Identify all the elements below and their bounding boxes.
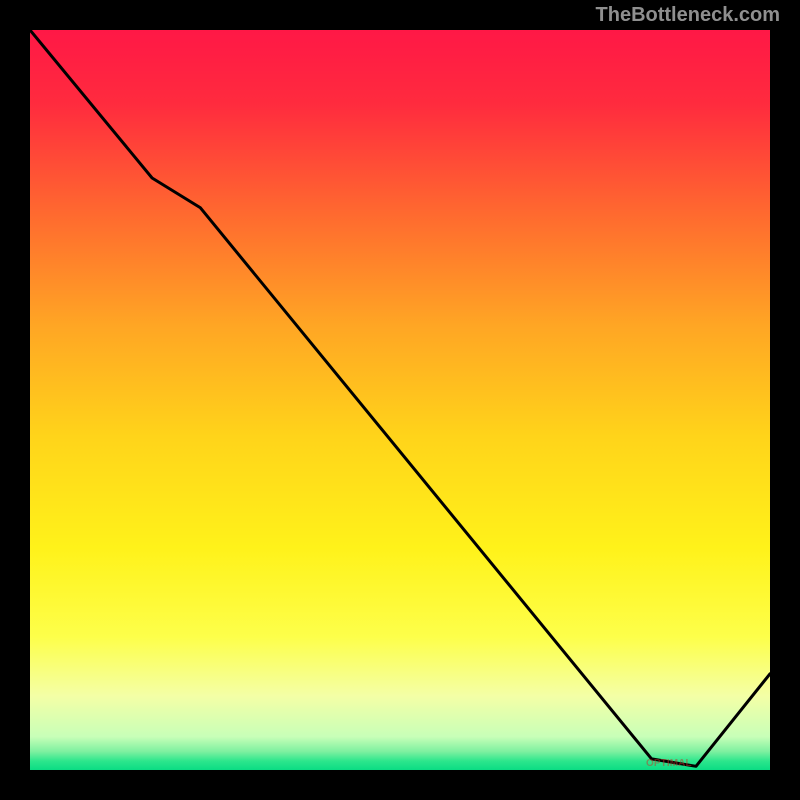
chart-area: OPTIMAL xyxy=(30,30,770,770)
optimal-band-label: OPTIMAL xyxy=(646,758,692,769)
chart-container: TheBottleneck.com OPTIMAL xyxy=(0,0,800,800)
attribution-text: TheBottleneck.com xyxy=(596,4,780,27)
bottleneck-curve xyxy=(30,30,770,770)
